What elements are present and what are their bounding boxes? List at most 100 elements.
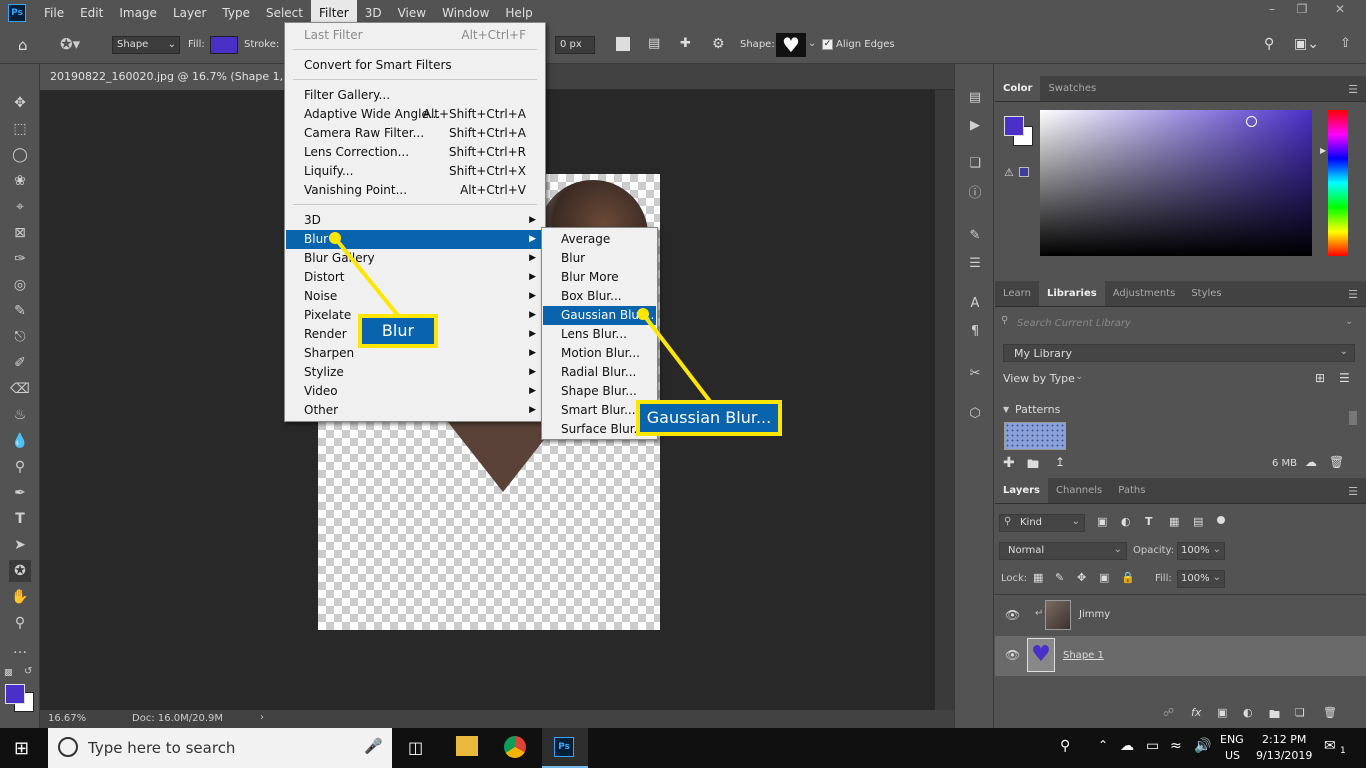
paragraph-panel-icon[interactable]: ¶ [965, 322, 985, 342]
clock-time[interactable]: 2:12 PM [1262, 733, 1306, 746]
library-select[interactable]: My Library ⌄ [1003, 344, 1355, 362]
pen-tool-preset-icon[interactable]: ✪▾ [60, 35, 90, 55]
menu-item-filter-gallery[interactable]: Filter Gallery... [286, 86, 544, 105]
chevron-up-icon[interactable]: ⌃ [1098, 738, 1108, 752]
tab-color[interactable]: Color [995, 76, 1041, 101]
path-selection-tool-icon[interactable]: ➤ [9, 534, 31, 556]
volume-icon[interactable]: 🔊 [1194, 738, 1211, 754]
tab-paths[interactable]: Paths [1110, 478, 1153, 503]
gear-icon[interactable]: ⚙ [712, 36, 730, 54]
foreground-color-swatch[interactable] [5, 684, 25, 704]
submenu-item-box-blur[interactable]: Box Blur... [543, 287, 656, 306]
healing-brush-tool-icon[interactable]: ◎ [9, 274, 31, 296]
panel-menu-icon[interactable]: ☰ [1348, 288, 1358, 301]
crop-tool-icon[interactable]: ⌖ [9, 196, 31, 218]
notifications-icon[interactable]: ✉ [1324, 738, 1336, 754]
menu-item-adaptive-wide-angle[interactable]: Adaptive Wide Angle... Alt+Shift+Ctrl+A [286, 105, 544, 124]
menu-item-distort[interactable]: Distort ▶ [286, 268, 544, 287]
lock-transparent-icon[interactable]: ▦ [1033, 571, 1043, 584]
filter-smart-object-icon[interactable]: ▤ [1193, 515, 1203, 528]
lock-all-icon[interactable]: 🔒 [1121, 571, 1135, 584]
trash-icon[interactable]: 🗑 [1323, 706, 1337, 719]
filter-toggle-icon[interactable] [1217, 516, 1225, 524]
submenu-item-shape-blur[interactable]: Shape Blur... [543, 382, 656, 401]
clock-date[interactable]: 9/13/2019 [1256, 749, 1312, 762]
lock-position-icon[interactable]: ✥ [1077, 571, 1086, 584]
menu-item-video[interactable]: Video ▶ [286, 382, 544, 401]
layer-style-fx-icon[interactable]: fx [1191, 706, 1201, 719]
tab-swatches[interactable]: Swatches [1040, 76, 1104, 101]
submenu-item-average[interactable]: Average [543, 230, 656, 249]
eye-icon[interactable]: 👁 [1005, 608, 1020, 622]
history-brush-tool-icon[interactable]: ✐ [9, 352, 31, 374]
chrome-icon[interactable] [504, 736, 526, 758]
layer-name[interactable]: Jimmy [1079, 609, 1110, 620]
adjustments-panel-icon[interactable]: ☰ [965, 254, 985, 274]
hue-slider[interactable] [1328, 110, 1348, 256]
view-by-type-select[interactable]: View by Type [1003, 372, 1075, 385]
lasso-tool-icon[interactable]: ◯ [9, 144, 31, 166]
adjustment-layer-icon[interactable]: ◐ [1243, 706, 1253, 719]
path-arrangement-icon[interactable]: ✚ [680, 36, 698, 54]
path-operations-icon[interactable] [616, 37, 630, 51]
stroke-width-input[interactable]: 0 px [555, 36, 595, 54]
color-picker-cursor[interactable] [1246, 116, 1257, 127]
pattern-thumbnail[interactable] [1004, 422, 1066, 450]
grid-view-icon[interactable]: ⊞ [1315, 371, 1325, 385]
document-tab[interactable]: 20190822_160020.jpg @ 16.7% (Shape 1, RG… [40, 64, 290, 90]
gamut-swatch[interactable] [1019, 167, 1029, 177]
layer-thumbnail[interactable] [1045, 600, 1071, 630]
menu-item-noise[interactable]: Noise ▶ [286, 287, 544, 306]
battery-icon[interactable]: ▭ [1146, 738, 1159, 754]
submenu-item-lens-blur[interactable]: Lens Blur... [543, 325, 656, 344]
close-icon[interactable]: ✕ [1330, 2, 1350, 20]
filter-shape-icon[interactable]: ▦ [1169, 515, 1179, 528]
tab-learn[interactable]: Learn [995, 281, 1039, 306]
filter-type-icon[interactable]: T [1145, 515, 1153, 528]
zoom-tool-icon[interactable]: ⚲ [9, 612, 31, 634]
minimize-icon[interactable]: – [1262, 2, 1282, 20]
trash-icon[interactable]: 🗑 [1329, 455, 1344, 469]
zoom-level[interactable]: 16.67% [48, 713, 86, 724]
chevron-down-icon[interactable]: ⌄ [808, 38, 816, 49]
layer-row[interactable]: 👁 ♥ Shape 1 [995, 636, 1366, 676]
panel-menu-icon[interactable]: ☰ [1348, 485, 1358, 498]
path-alignment-icon[interactable]: ▤ [648, 36, 666, 54]
brush-tool-icon[interactable]: ✎ [9, 300, 31, 322]
custom-shape-tool-icon[interactable]: ✪ [9, 560, 31, 582]
clone-stamp-tool-icon[interactable]: ⎋ [9, 326, 31, 348]
menu-item-blur[interactable]: Blur ▶ [286, 230, 544, 249]
heart-shape-picker-icon[interactable]: ♥ [776, 33, 806, 57]
fill-input[interactable]: 100% ⌄ [1177, 570, 1225, 588]
menu-item-last-filter[interactable]: Last Filter Alt+Ctrl+F [286, 26, 544, 45]
color-picker-field[interactable] [1040, 110, 1312, 256]
task-view-icon[interactable]: ◫ [408, 738, 423, 757]
lock-artboard-icon[interactable]: ▣ [1099, 571, 1109, 584]
chevron-down-icon[interactable]: ⌄ [1345, 316, 1353, 327]
collapse-arrow-icon[interactable]: ▼ [1003, 405, 1009, 414]
menu-item-stylize[interactable]: Stylize ▶ [286, 363, 544, 382]
3d-cube-icon[interactable]: ⬡ [965, 404, 985, 424]
file-explorer-icon[interactable] [456, 736, 478, 756]
filter-pixel-icon[interactable]: ▣ [1097, 515, 1107, 528]
add-mask-icon[interactable]: ▣ [1217, 706, 1227, 719]
vertical-scrollbar[interactable] [935, 90, 954, 710]
info-icon[interactable]: ⓘ [965, 184, 985, 204]
fill-color-swatch[interactable] [210, 36, 238, 54]
submenu-item-blur[interactable]: Blur [543, 249, 656, 268]
tab-styles[interactable]: Styles [1183, 281, 1229, 306]
menu-item-lens-correction[interactable]: Lens Correction... Shift+Ctrl+R [286, 143, 544, 162]
menu-image[interactable]: Image [111, 0, 165, 26]
layer-filter-kind-select[interactable]: ⚲ Kind ⌄ [999, 514, 1085, 532]
workspace-icon[interactable]: ▣⌄ [1294, 36, 1319, 52]
menu-item-vanishing-point[interactable]: Vanishing Point... Alt+Ctrl+V [286, 181, 544, 200]
opacity-input[interactable]: 100% ⌄ [1177, 542, 1225, 560]
tab-channels[interactable]: Channels [1048, 478, 1110, 503]
language-indicator[interactable]: ENG [1220, 733, 1244, 746]
filter-adjustment-icon[interactable]: ◐ [1121, 515, 1131, 528]
menu-item-camera-raw-filter[interactable]: Camera Raw Filter... Shift+Ctrl+A [286, 124, 544, 143]
color-fg-swatch[interactable] [1004, 116, 1024, 136]
region-indicator[interactable]: US [1225, 749, 1240, 762]
type-tool-icon[interactable]: T [9, 508, 31, 530]
move-tool-icon[interactable]: ✥ [9, 92, 31, 114]
